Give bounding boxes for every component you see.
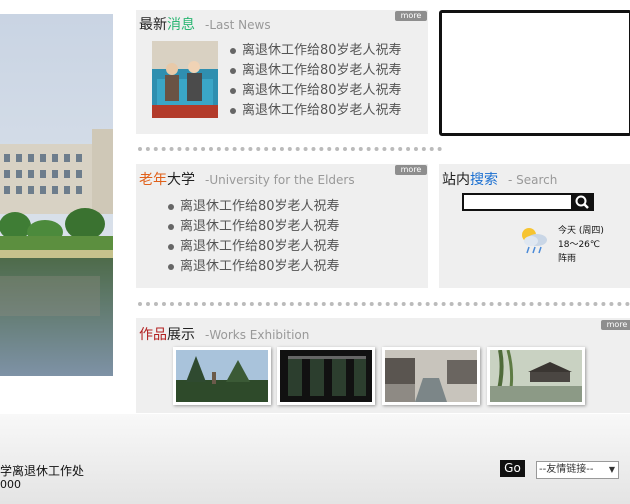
works-thumbnail[interactable]: [173, 347, 271, 405]
bullet-icon: [230, 47, 236, 54]
latest-news-title-b: 消息: [167, 17, 195, 33]
search-icon: [575, 195, 589, 209]
bullet-icon: [168, 223, 174, 230]
latest-news-subtitle: -Last News: [205, 18, 271, 32]
list-item[interactable]: 离退休工作给80岁老人祝寿: [230, 41, 402, 61]
works-title-b: 展示: [167, 327, 195, 343]
latest-news-more-button[interactable]: more: [395, 11, 427, 21]
university-list: 离退休工作给80岁老人祝寿 离退休工作给80岁老人祝寿 离退休工作给80岁老人祝…: [168, 197, 340, 277]
weather-shower-icon: [517, 223, 551, 257]
list-item[interactable]: 离退休工作给80岁老人祝寿: [168, 217, 340, 237]
works-subtitle: -Works Exhibition: [205, 328, 310, 342]
latest-news-photo[interactable]: [152, 41, 218, 118]
university-more-button[interactable]: more: [395, 165, 427, 175]
search-input[interactable]: [462, 193, 576, 211]
list-item[interactable]: 离退休工作给80岁老人祝寿: [168, 237, 340, 257]
works-thumbnail[interactable]: [382, 347, 480, 405]
go-button[interactable]: Go: [500, 460, 525, 477]
friend-links-select-value: --友情链接--: [539, 464, 594, 475]
footer-org-name: 学离退休工作处: [0, 464, 85, 478]
weather-today: 今天 (周四): [558, 226, 604, 236]
latest-news-title-a: 最新: [139, 17, 167, 33]
search-title: 站内搜索 - Search: [442, 169, 557, 189]
university-title-b: 大学: [167, 172, 195, 188]
bullet-icon: [168, 243, 174, 250]
works-thumbnail[interactable]: [487, 347, 585, 405]
chevron-down-icon: ▼: [608, 465, 615, 474]
university-subtitle: -University for the Elders: [205, 173, 355, 187]
list-item[interactable]: 离退休工作给80岁老人祝寿: [230, 101, 402, 121]
search-title-b: 搜索: [470, 172, 498, 188]
bullet-icon: [230, 107, 236, 114]
search-subtitle: - Search: [508, 173, 558, 187]
bullet-icon: [230, 87, 236, 94]
footer: [0, 414, 630, 504]
friend-links-select[interactable]: --友情链接-- ▼: [536, 461, 619, 479]
bullet-icon: [230, 67, 236, 74]
campus-banner-image: [0, 14, 113, 376]
university-title: 老年大学 -University for the Elders: [139, 169, 355, 189]
video-frame[interactable]: [439, 10, 630, 136]
weather-info: 今天 (周四) 18～26℃ 阵雨: [558, 224, 604, 266]
search-title-a: 站内: [442, 172, 470, 188]
divider: [138, 302, 630, 306]
search-button[interactable]: [571, 193, 594, 211]
list-item[interactable]: 离退休工作给80岁老人祝寿: [168, 257, 340, 277]
bullet-icon: [168, 203, 174, 210]
latest-news-list: 离退休工作给80岁老人祝寿 离退休工作给80岁老人祝寿 离退休工作给80岁老人祝…: [230, 41, 402, 121]
university-title-a: 老年: [139, 172, 167, 188]
weather-condition: 阵雨: [558, 254, 577, 264]
works-thumbnail[interactable]: [277, 347, 375, 405]
works-title: 作品展示 -Works Exhibition: [139, 324, 309, 344]
works-title-a: 作品: [139, 327, 167, 343]
list-item[interactable]: 离退休工作给80岁老人祝寿: [230, 61, 402, 81]
divider: [138, 147, 442, 151]
latest-news-title: 最新消息 -Last News: [139, 14, 271, 34]
list-item[interactable]: 离退休工作给80岁老人祝寿: [230, 81, 402, 101]
weather-temp: 18～26℃: [558, 240, 601, 250]
works-more-button[interactable]: more: [601, 320, 630, 330]
bullet-icon: [168, 263, 174, 270]
footer-zip: 000: [0, 478, 21, 491]
list-item[interactable]: 离退休工作给80岁老人祝寿: [168, 197, 340, 217]
